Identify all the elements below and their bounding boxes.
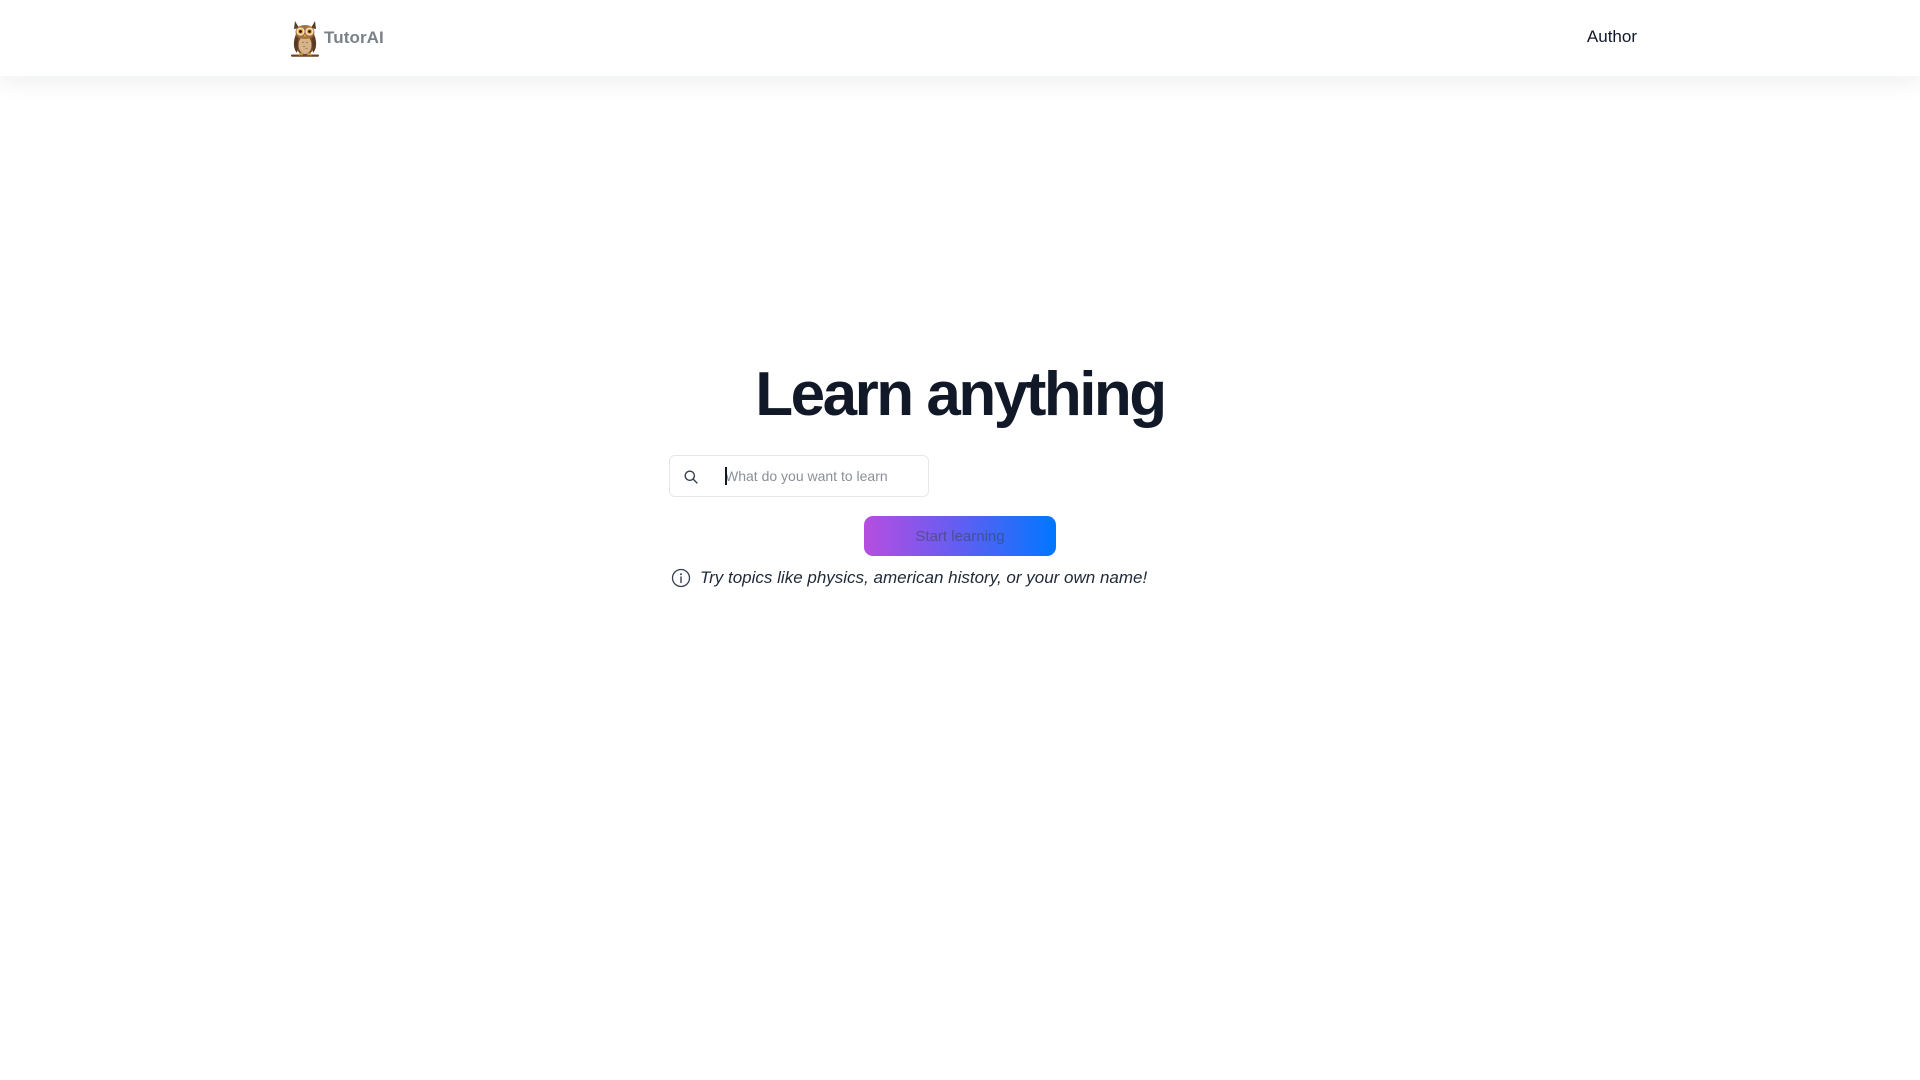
text-caret: [725, 467, 727, 485]
hint-text: Try topics like physics, american histor…: [700, 568, 1148, 587]
search-field-container[interactable]: [669, 455, 929, 497]
info-icon: [671, 568, 691, 588]
topic-hint: Try topics like physics, american histor…: [671, 566, 1147, 590]
top-navbar: TutorAI Author: [0, 0, 1920, 76]
nav-author-link[interactable]: Author: [1587, 27, 1637, 47]
owl-icon: [290, 17, 320, 59]
brand-logo-link[interactable]: TutorAI: [290, 17, 384, 59]
search-input[interactable]: [725, 456, 920, 496]
brand-name: TutorAI: [324, 28, 384, 47]
page-title: Learn anything: [755, 360, 1167, 429]
start-learning-button[interactable]: Start learning: [864, 516, 1056, 556]
search-icon: [683, 469, 699, 485]
